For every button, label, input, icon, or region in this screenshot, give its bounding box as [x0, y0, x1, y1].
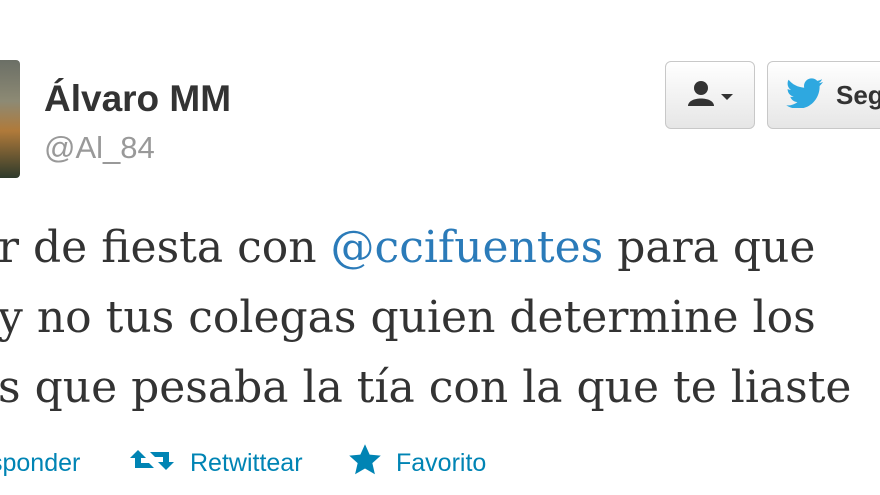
mention-link[interactable]: @ccifuentes [331, 222, 604, 273]
favorite-button[interactable]: Favorito [346, 443, 486, 483]
reply-label: sponder [0, 448, 81, 477]
reply-button[interactable]: sponder [0, 443, 80, 483]
follow-button-label: Seg [836, 79, 880, 110]
user-handle[interactable]: @Al_84 [44, 130, 155, 166]
tweet-line-1: r de fiesta con @ccifuentes para que [0, 222, 815, 273]
user-icon [687, 80, 717, 111]
star-icon [346, 442, 384, 485]
tweet-line-3: s que pesaba la tía con la que te liaste [0, 362, 852, 413]
favorite-label: Favorito [396, 448, 487, 477]
tweet-actions: sponder Retwittear Favorito [0, 443, 880, 483]
user-display-name[interactable]: Álvaro MM [44, 78, 231, 120]
retweet-label: Retwittear [190, 448, 303, 477]
user-actions-dropdown-button[interactable] [665, 61, 755, 129]
tweet-line-1-start: r de fiesta con [0, 222, 331, 273]
retweet-button[interactable]: Retwittear [128, 443, 303, 483]
twitter-bird-icon [786, 77, 824, 113]
tweet-line-2: y no tus colegas quien determine los [0, 292, 816, 343]
avatar[interactable] [0, 60, 20, 178]
retweet-icon [128, 446, 176, 481]
tweet-line-1-end: para que [603, 222, 816, 273]
chevron-down-icon [721, 94, 733, 100]
follow-button[interactable]: Seg [767, 61, 880, 129]
